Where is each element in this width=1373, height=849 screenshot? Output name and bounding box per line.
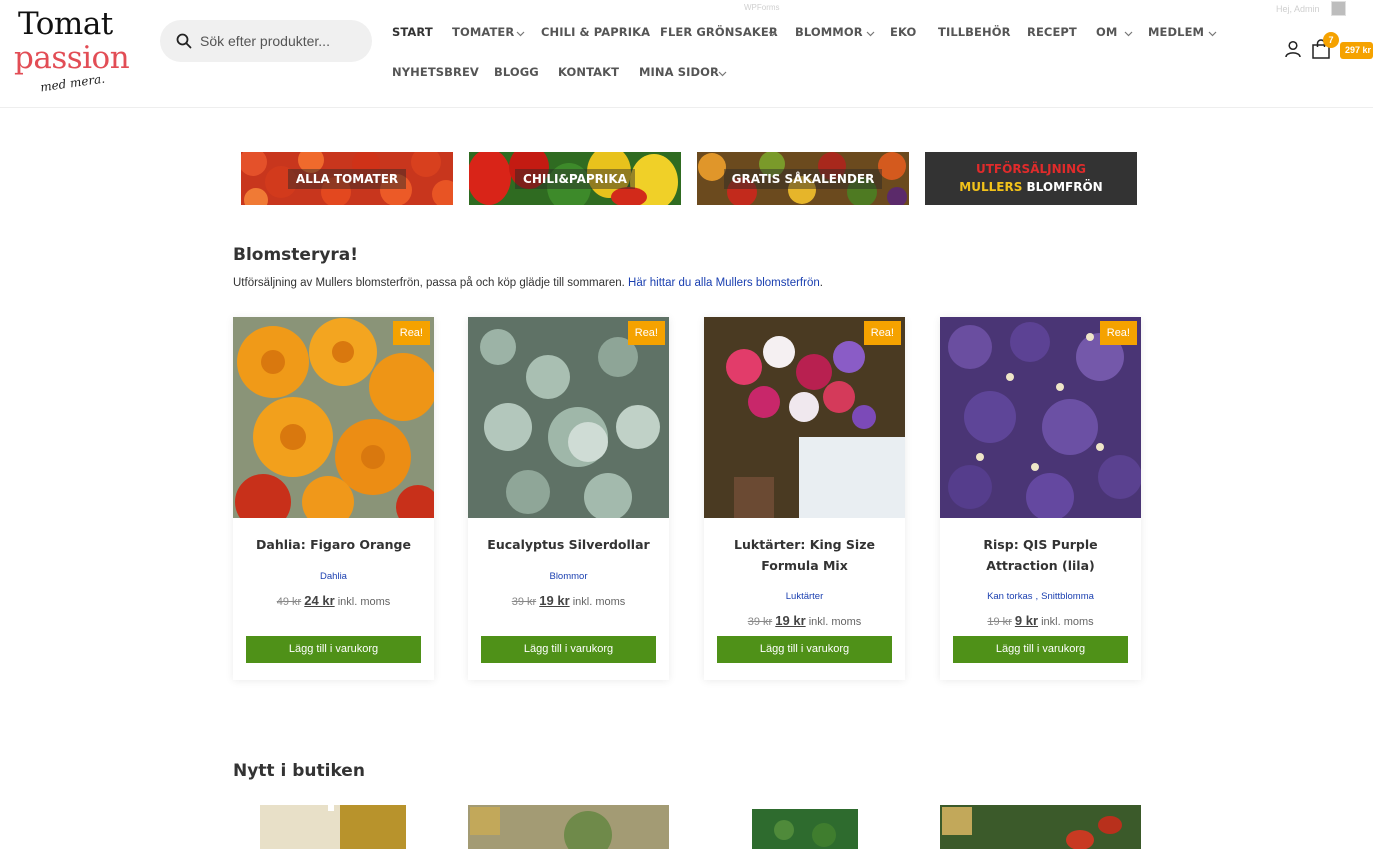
product-image[interactable] (940, 805, 1141, 849)
wpforms-label: WPForms (744, 3, 780, 12)
nav-start[interactable]: START (392, 25, 433, 39)
sale-badge: Rea! (627, 321, 665, 345)
chevron-down-icon[interactable] (718, 69, 727, 78)
banner-label: ALLA TOMATER (287, 168, 407, 189)
admin-greeting[interactable]: Hej, Admin (1276, 4, 1320, 14)
section-title-nytt-i-butiken: Nytt i butiken (233, 761, 365, 781)
nav-fler-gronsaker[interactable]: FLER GRÖNSAKER (660, 25, 778, 39)
add-to-cart-button[interactable]: Lägg till i varukorg (246, 636, 421, 663)
product-price: 19 kr 9 kr inkl. moms (940, 613, 1141, 628)
banner-line1: UTFÖRSÄLJNING (975, 162, 1086, 176)
product-image[interactable] (233, 805, 434, 849)
nav-tomater[interactable]: TOMATER (452, 25, 514, 39)
category-link[interactable]: Snittblomma (1041, 591, 1094, 602)
product-price: 39 kr 19 kr inkl. moms (704, 613, 905, 628)
product-price: 39 kr 19 kr inkl. moms (468, 593, 669, 608)
nav-tillbehor[interactable]: TILLBEHÖR (938, 25, 1011, 39)
sale-badge: Rea! (392, 321, 430, 345)
banner-line2: MULLERS BLOMFRÖN (959, 180, 1103, 194)
site-header: Tomat passion med mera. WPForms Hej, Adm… (0, 0, 1373, 108)
banner-label: CHILI&PAPRIKA (515, 168, 635, 189)
product-name[interactable]: Risp: QIS Purple Attraction (lila) (948, 534, 1133, 576)
new-product-card[interactable] (468, 805, 669, 849)
sale-price: 19 kr (775, 613, 806, 628)
product-name[interactable]: Eucalyptus Silverdollar (476, 534, 661, 555)
nav-mina-sidor[interactable]: MINA SIDOR (639, 65, 719, 79)
search-input[interactable] (200, 28, 360, 54)
chevron-down-icon[interactable] (768, 29, 777, 38)
category-link[interactable]: Blommor (549, 571, 587, 582)
old-price: 49 kr (276, 596, 302, 608)
nav-recept[interactable]: RECEPT (1027, 25, 1077, 39)
nav-chili-paprika[interactable]: CHILI & PAPRIKA (541, 25, 650, 39)
sale-price: 24 kr (304, 593, 335, 608)
banner-chili-paprika[interactable]: CHILI&PAPRIKA (469, 152, 681, 205)
sale-badge: Rea! (1099, 321, 1137, 345)
add-to-cart-button[interactable]: Lägg till i varukorg (717, 636, 892, 663)
product-price: 49 kr 24 kr inkl. moms (233, 593, 434, 608)
user-icon[interactable] (1284, 40, 1302, 58)
nav-om[interactable]: OM (1096, 25, 1117, 39)
banner-utforsaljning[interactable]: UTFÖRSÄLJNING MULLERS BLOMFRÖN (925, 152, 1137, 205)
product-categories: Luktärter (704, 591, 905, 602)
old-price: 19 kr (987, 616, 1012, 628)
banner-alla-tomater[interactable]: ALLA TOMATER (241, 152, 453, 205)
product-image-dahlia[interactable] (233, 317, 434, 518)
product-image[interactable] (704, 805, 905, 849)
price-suffix: inkl. moms (337, 596, 391, 608)
new-product-card[interactable] (233, 805, 434, 849)
product-name[interactable]: Dahlia: Figaro Orange (241, 534, 426, 555)
price-suffix: inkl. moms (572, 596, 626, 608)
chevron-down-icon[interactable] (1124, 29, 1133, 38)
product-image-luktarter[interactable] (704, 317, 905, 518)
sale-price: 9 kr (1014, 613, 1039, 628)
site-logo[interactable]: Tomat passion med mera. (12, 6, 132, 102)
sale-price: 19 kr (539, 593, 570, 608)
product-image-eucalyptus[interactable] (468, 317, 669, 518)
new-product-card[interactable] (704, 805, 905, 849)
category-link[interactable]: Luktärter (786, 591, 824, 602)
old-price: 39 kr (747, 616, 773, 628)
sale-badge: Rea! (863, 321, 901, 345)
old-price: 39 kr (511, 596, 537, 608)
category-link[interactable]: Kan torkas (987, 591, 1032, 602)
product-card[interactable]: Rea! Luktärter: King Size Formula Mix Lu… (704, 317, 905, 680)
logo-word-passion: passion (14, 40, 130, 76)
nav-kontakt[interactable]: KONTAKT (558, 65, 619, 79)
search-box[interactable] (160, 20, 372, 62)
section-title-blomsteryra: Blomsteryra! (233, 245, 359, 265)
product-card[interactable]: Rea! Risp: QIS Purple Attraction (lila) … (940, 317, 1141, 680)
nav-eko[interactable]: EKO (890, 25, 916, 39)
new-product-card[interactable] (940, 805, 1141, 849)
price-suffix: inkl. moms (1041, 616, 1094, 628)
chevron-down-icon[interactable] (866, 29, 875, 38)
product-card[interactable]: Rea! Eucalyptus Silverdollar Blommor 39 … (468, 317, 669, 680)
section-intro-text: Utförsäljning av Mullers blomsterfrön, p… (233, 277, 823, 289)
product-categories: Blommor (468, 571, 669, 582)
product-categories: Kan torkas, Snittblomma (987, 591, 1094, 602)
add-to-cart-button[interactable]: Lägg till i varukorg (481, 636, 656, 663)
cart-total[interactable]: 297 kr (1340, 42, 1373, 59)
mullers-link[interactable]: Här hittar du alla Mullers blomsterfrön (628, 277, 820, 289)
category-link[interactable]: Dahlia (320, 571, 347, 582)
price-suffix: inkl. moms (808, 616, 862, 628)
cart-count-badge[interactable]: 7 (1323, 32, 1339, 48)
nav-medlem[interactable]: MEDLEM (1148, 25, 1204, 39)
product-categories: Dahlia (233, 571, 434, 582)
product-card[interactable]: Rea! Dahlia: Figaro Orange Dahlia 49 kr … (233, 317, 434, 680)
banner-gratis-sakalender[interactable]: GRATIS SÅKALENDER (697, 152, 909, 205)
banner-label: GRATIS SÅKALENDER (723, 168, 883, 189)
product-image[interactable] (468, 805, 669, 849)
nav-nyhetsbrev[interactable]: NYHETSBREV (392, 65, 479, 79)
admin-avatar[interactable] (1331, 1, 1346, 16)
chevron-down-icon[interactable] (516, 29, 525, 38)
nav-blommor[interactable]: BLOMMOR (795, 25, 863, 39)
product-image-risp[interactable] (940, 317, 1141, 518)
add-to-cart-button[interactable]: Lägg till i varukorg (953, 636, 1128, 663)
logo-word-tomat: Tomat (18, 6, 113, 42)
chevron-down-icon[interactable] (1208, 29, 1217, 38)
search-icon[interactable] (176, 33, 192, 49)
product-name[interactable]: Luktärter: King Size Formula Mix (712, 534, 897, 576)
nav-blogg[interactable]: BLOGG (494, 65, 539, 79)
